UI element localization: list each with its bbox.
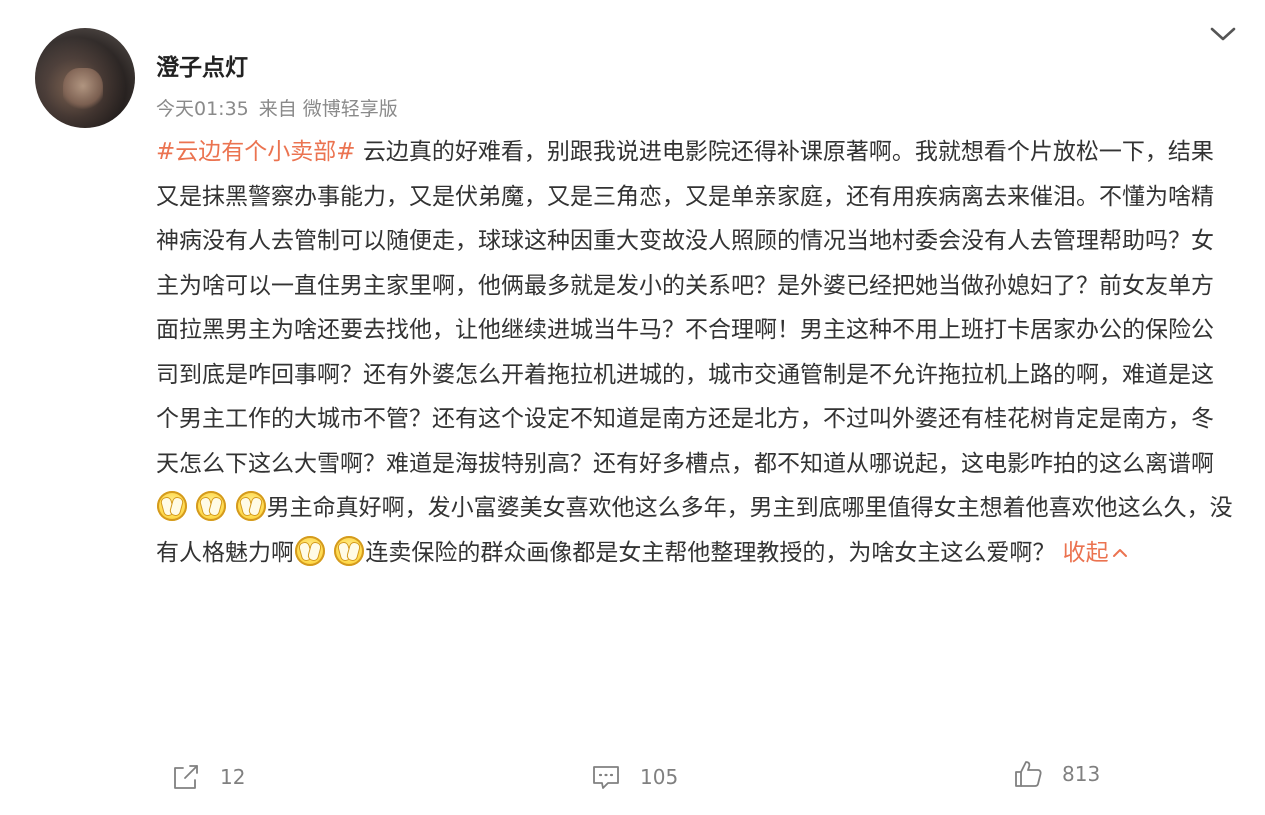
cry-laugh-emoji-icon bbox=[295, 535, 325, 566]
repost-button[interactable]: 12 bbox=[170, 761, 245, 793]
post-content: #云边有个小卖部# 云边真的好难看，别跟我说进电影院还得补课原著啊。我就想看个片… bbox=[156, 130, 1236, 575]
collapse-link[interactable]: 收起 bbox=[1063, 540, 1128, 566]
comment-count: 105 bbox=[640, 765, 679, 789]
cry-laugh-emoji-icon bbox=[157, 491, 187, 521]
avatar[interactable] bbox=[35, 28, 135, 128]
comment-button[interactable]: 105 bbox=[590, 761, 678, 793]
chevron-down-icon[interactable] bbox=[1206, 20, 1240, 48]
post-source: 来自 微博轻享版 bbox=[258, 98, 398, 120]
repost-count: 12 bbox=[220, 765, 246, 789]
repost-icon bbox=[174, 765, 198, 789]
post-time[interactable]: 今天01:35 bbox=[156, 98, 249, 120]
like-button[interactable]: 813 bbox=[1012, 758, 1100, 790]
post-text-part3: 连卖保险的群众画像都是女主帮他整理教授的，为啥女主这么爱啊？ bbox=[365, 539, 1056, 566]
thumbs-up-icon bbox=[1015, 761, 1042, 787]
chevron-up-icon bbox=[1112, 548, 1127, 557]
cry-laugh-emoji-icon bbox=[196, 491, 227, 521]
collapse-label: 收起 bbox=[1062, 539, 1109, 566]
comment-icon bbox=[593, 766, 619, 789]
post-text-part1: 云边真的好难看，别跟我说进电影院还得补课原著啊。我就想看个片放松一下，结果又是抹… bbox=[156, 139, 1214, 477]
action-bar: 12 105 813 bbox=[0, 755, 1265, 800]
username[interactable]: 澄子点灯 bbox=[156, 48, 248, 82]
post-meta: 今天01:35 来自 微博轻享版 bbox=[156, 94, 398, 121]
cry-laugh-emoji-icon bbox=[334, 535, 365, 566]
cry-laugh-emoji-icon bbox=[235, 491, 266, 521]
hashtag-link[interactable]: #云边有个小卖部# bbox=[156, 139, 356, 165]
like-count: 813 bbox=[1062, 762, 1101, 786]
